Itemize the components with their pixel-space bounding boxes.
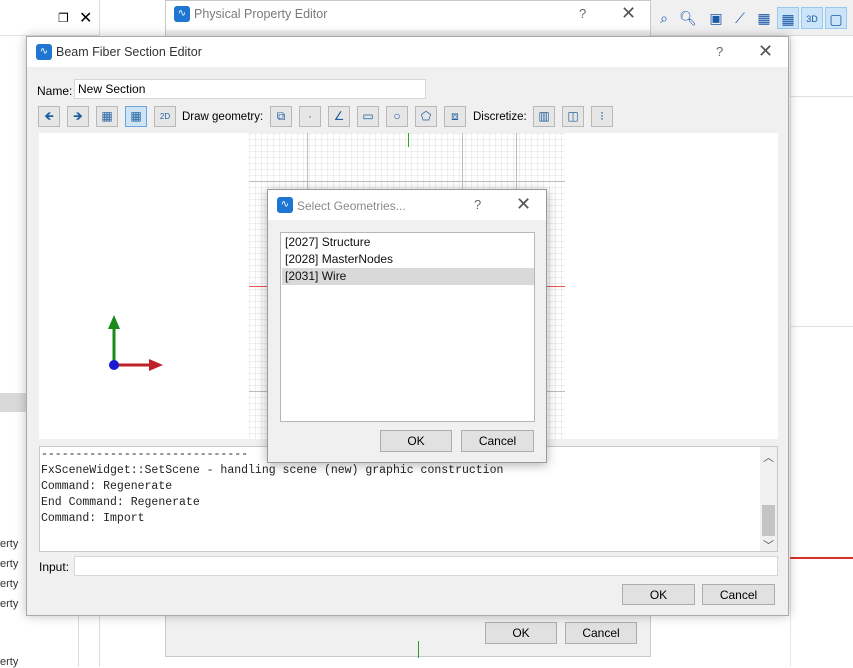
help-button[interactable]: ?	[716, 44, 723, 59]
ok-button[interactable]: OK	[622, 584, 695, 605]
rectangle-icon[interactable]: ▭	[357, 106, 379, 127]
property-label: erty	[0, 558, 19, 570]
geometry-list[interactable]: [2027] Structure [2028] MasterNodes [203…	[280, 232, 535, 422]
close-icon[interactable]: ✕	[79, 8, 92, 28]
app-logo-icon: ∿	[277, 197, 293, 213]
x-axis-line	[790, 557, 853, 559]
command-input[interactable]	[74, 556, 778, 576]
help-button[interactable]: ?	[474, 197, 481, 212]
dialog-titlebar: ∿ Select Geometries... ? ✕	[268, 190, 546, 220]
cancel-button[interactable]: Cancel	[702, 584, 775, 605]
discretize-grid-icon[interactable]: ▥	[533, 106, 555, 127]
property-label: erty	[0, 598, 19, 610]
gridline	[249, 181, 565, 182]
scroll-down-icon[interactable]: ﹀	[763, 537, 774, 551]
input-label: Input:	[39, 560, 70, 574]
cancel-button[interactable]: Cancel	[461, 430, 534, 452]
monitor-icon[interactable]: ▣	[705, 7, 727, 29]
discretize-points-icon[interactable]: ⁝	[591, 106, 613, 127]
y-axis-line	[418, 641, 419, 658]
console-line: Command: Regenerate	[41, 480, 173, 493]
zoom-fit-icon[interactable]: ⌕	[653, 7, 675, 29]
left-panel-titlebar: ❐ ✕	[0, 0, 100, 36]
dialog-title: Physical Property Editor	[194, 7, 328, 21]
property-label: erty	[0, 578, 19, 590]
grid-major-icon[interactable]: ▦	[125, 106, 147, 127]
line-icon[interactable]: ∠	[328, 106, 350, 127]
view-2d-icon[interactable]: 2D	[154, 106, 176, 127]
main-toolbar: ⌕ 🔍︎ ▣ ⟋ ▦ ▦ 3D ▢	[650, 0, 853, 36]
ok-button[interactable]: OK	[485, 622, 557, 644]
point-icon[interactable]: ·	[299, 106, 321, 127]
console-line: End Command: Regenerate	[41, 496, 200, 509]
app-logo-icon: ∿	[36, 44, 52, 60]
section-icon[interactable]: ▢	[825, 7, 847, 29]
grid-major-icon[interactable]: ▦	[777, 7, 799, 29]
forward-arrow-icon[interactable]: 🡺	[67, 106, 89, 127]
name-input[interactable]: New Section	[74, 79, 426, 99]
console-line: Command: Import	[41, 512, 145, 525]
console-scrollbar[interactable]: ︿ ﹀	[760, 447, 777, 551]
scroll-up-icon[interactable]: ︿	[763, 449, 774, 465]
close-button[interactable]: ✕	[758, 41, 773, 62]
dialog-title: Select Geometries...	[297, 199, 406, 213]
dialog-titlebar: ∿ Physical Property Editor ? ✕	[166, 1, 650, 30]
close-button[interactable]: ✕	[621, 3, 636, 24]
grid-icon[interactable]: ▦	[96, 106, 118, 127]
left-panel-highlight	[0, 393, 27, 412]
dialog-titlebar: ∿ Beam Fiber Section Editor ? ✕	[27, 37, 788, 67]
axis-triad-icon	[108, 315, 163, 371]
ok-button[interactable]: OK	[380, 430, 452, 452]
select-geometries-dialog: ∿ Select Geometries... ? ✕ [2027] Struct…	[267, 189, 547, 463]
discretize-layer-icon[interactable]: ◫	[562, 106, 584, 127]
property-label: erty	[0, 656, 19, 668]
import-geometry-icon[interactable]: ⧉	[270, 106, 292, 127]
viewport-gridline	[790, 326, 853, 327]
viewport-gridline	[790, 36, 791, 667]
dialog-title: Beam Fiber Section Editor	[56, 45, 202, 59]
y-axis-line	[408, 133, 409, 147]
boolean-icon[interactable]: ⧈	[444, 106, 466, 127]
property-label: erty	[0, 538, 19, 550]
view-3d-icon[interactable]: 3D	[801, 7, 823, 29]
close-button[interactable]: ✕	[516, 194, 531, 215]
restore-icon[interactable]: ❐	[58, 11, 69, 25]
cancel-button[interactable]: Cancel	[565, 622, 637, 644]
grid-icon[interactable]: ▦	[753, 7, 775, 29]
scroll-thumb[interactable]	[762, 505, 775, 536]
help-button[interactable]: ?	[579, 6, 586, 21]
list-item-selected[interactable]: [2031] Wire	[282, 268, 534, 285]
discretize-label: Discretize:	[473, 111, 527, 123]
list-item[interactable]: [2028] MasterNodes	[282, 251, 534, 268]
divider	[78, 610, 79, 667]
circle-icon[interactable]: ○	[386, 106, 408, 127]
polygon-icon[interactable]: ⬠	[415, 106, 437, 127]
back-arrow-icon[interactable]: 🡸	[38, 106, 60, 127]
name-label: Name:	[37, 84, 73, 98]
ruler-icon[interactable]: ⟋	[729, 7, 751, 29]
app-logo-icon: ∿	[174, 6, 190, 22]
viewport-gridline	[790, 96, 853, 97]
zoom-icon[interactable]: 🔍︎	[677, 7, 699, 29]
console-line: FxSceneWidget::SetScene - handling scene…	[41, 464, 504, 477]
draw-geometry-label: Draw geometry:	[182, 111, 264, 123]
list-item[interactable]: [2027] Structure	[282, 234, 534, 251]
console-line: ------------------------------	[41, 448, 249, 461]
